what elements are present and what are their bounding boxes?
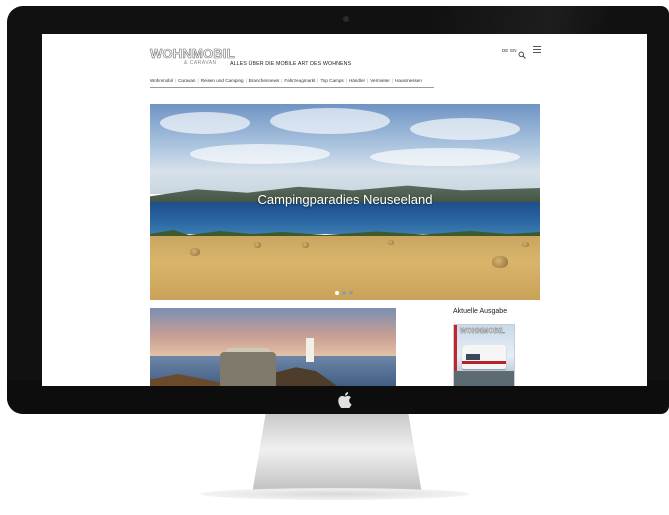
screen: WOHNMOBIL & CARAVAN ALLES ÜBER DIE MOBIL… — [42, 34, 647, 386]
stand-shadow — [200, 488, 470, 500]
cloud — [270, 108, 390, 134]
cloud — [160, 112, 250, 134]
apple-logo-icon — [337, 392, 353, 409]
cover-road — [454, 371, 514, 386]
slider-dot-3[interactable] — [349, 291, 353, 295]
hay-bale — [302, 242, 309, 248]
nav-item[interactable]: Händler — [349, 78, 365, 83]
nav-item[interactable]: Fahrzeugmarkt — [284, 78, 315, 83]
current-issue-heading: Aktuelle Ausgabe — [453, 308, 508, 315]
article-teaser-image[interactable] — [150, 308, 396, 386]
monitor-stand — [252, 414, 422, 494]
site-tagline: ALLES ÜBER DIE MOBILE ART DES WOHNENS — [230, 61, 352, 67]
logo-wordmark: WOHNMOBIL — [150, 46, 235, 62]
language-switcher: DE EN — [502, 48, 519, 53]
nav-separator: | — [245, 78, 247, 83]
cloud — [410, 118, 520, 140]
hero-slider[interactable]: Campingparadies Neuseeland — [150, 104, 540, 300]
cloud — [190, 144, 330, 164]
cover-logo: WOHNMOBIL — [460, 328, 505, 335]
nav-item[interactable]: Hausmessen — [395, 78, 422, 83]
monitor-frame: WOHNMOBIL & CARAVAN ALLES ÜBER DIE MOBIL… — [7, 6, 669, 414]
nav-item[interactable]: Wohnmobil — [150, 78, 173, 83]
lang-en[interactable]: EN — [510, 48, 516, 53]
nav-item[interactable]: Top Camps — [321, 78, 344, 83]
main-nav: Wohnmobil | Caravan | Reisen und Camping | Bra… — [150, 78, 422, 86]
nav-separator: | — [281, 78, 283, 83]
camper-van — [220, 352, 276, 386]
webcam-dot — [343, 16, 349, 22]
nav-separator: | — [197, 78, 199, 83]
nav-separator: | — [367, 78, 369, 83]
cover-stripe — [462, 361, 506, 364]
slider-dot-2[interactable] — [342, 291, 346, 295]
magazine-cover[interactable]: WOHNMOBIL — [453, 324, 515, 386]
menu-icon[interactable] — [533, 46, 541, 53]
hay-bale — [492, 256, 508, 268]
lighthouse — [306, 338, 314, 362]
cloud — [370, 148, 520, 166]
slider-dot-1[interactable] — [335, 291, 339, 295]
hero-sky — [150, 104, 540, 194]
hero-title[interactable]: Campingparadies Neuseeland — [150, 192, 540, 207]
nav-divider — [150, 87, 434, 88]
hay-bale — [522, 242, 529, 247]
nav-item[interactable]: Caravan — [178, 78, 195, 83]
hay-bale — [388, 240, 394, 245]
nav-item[interactable]: Vermieter — [370, 78, 390, 83]
nav-separator: | — [345, 78, 347, 83]
search-icon[interactable] — [518, 46, 526, 59]
slider-dots — [335, 282, 356, 295]
nav-separator: | — [317, 78, 319, 83]
teaser-sky — [150, 308, 396, 358]
site-logo[interactable]: WOHNMOBIL & CARAVAN — [150, 46, 235, 68]
nav-item[interactable]: Branchennews — [249, 78, 279, 83]
hay-bale — [190, 248, 200, 256]
nav-item[interactable]: Reisen und Camping — [201, 78, 244, 83]
logo-subtitle: & CARAVAN — [184, 60, 217, 66]
nav-separator: | — [174, 78, 177, 83]
nav-separator: | — [391, 78, 394, 83]
hay-bale — [254, 242, 261, 248]
cover-motorhome — [462, 345, 506, 369]
lang-de[interactable]: DE — [502, 48, 508, 53]
